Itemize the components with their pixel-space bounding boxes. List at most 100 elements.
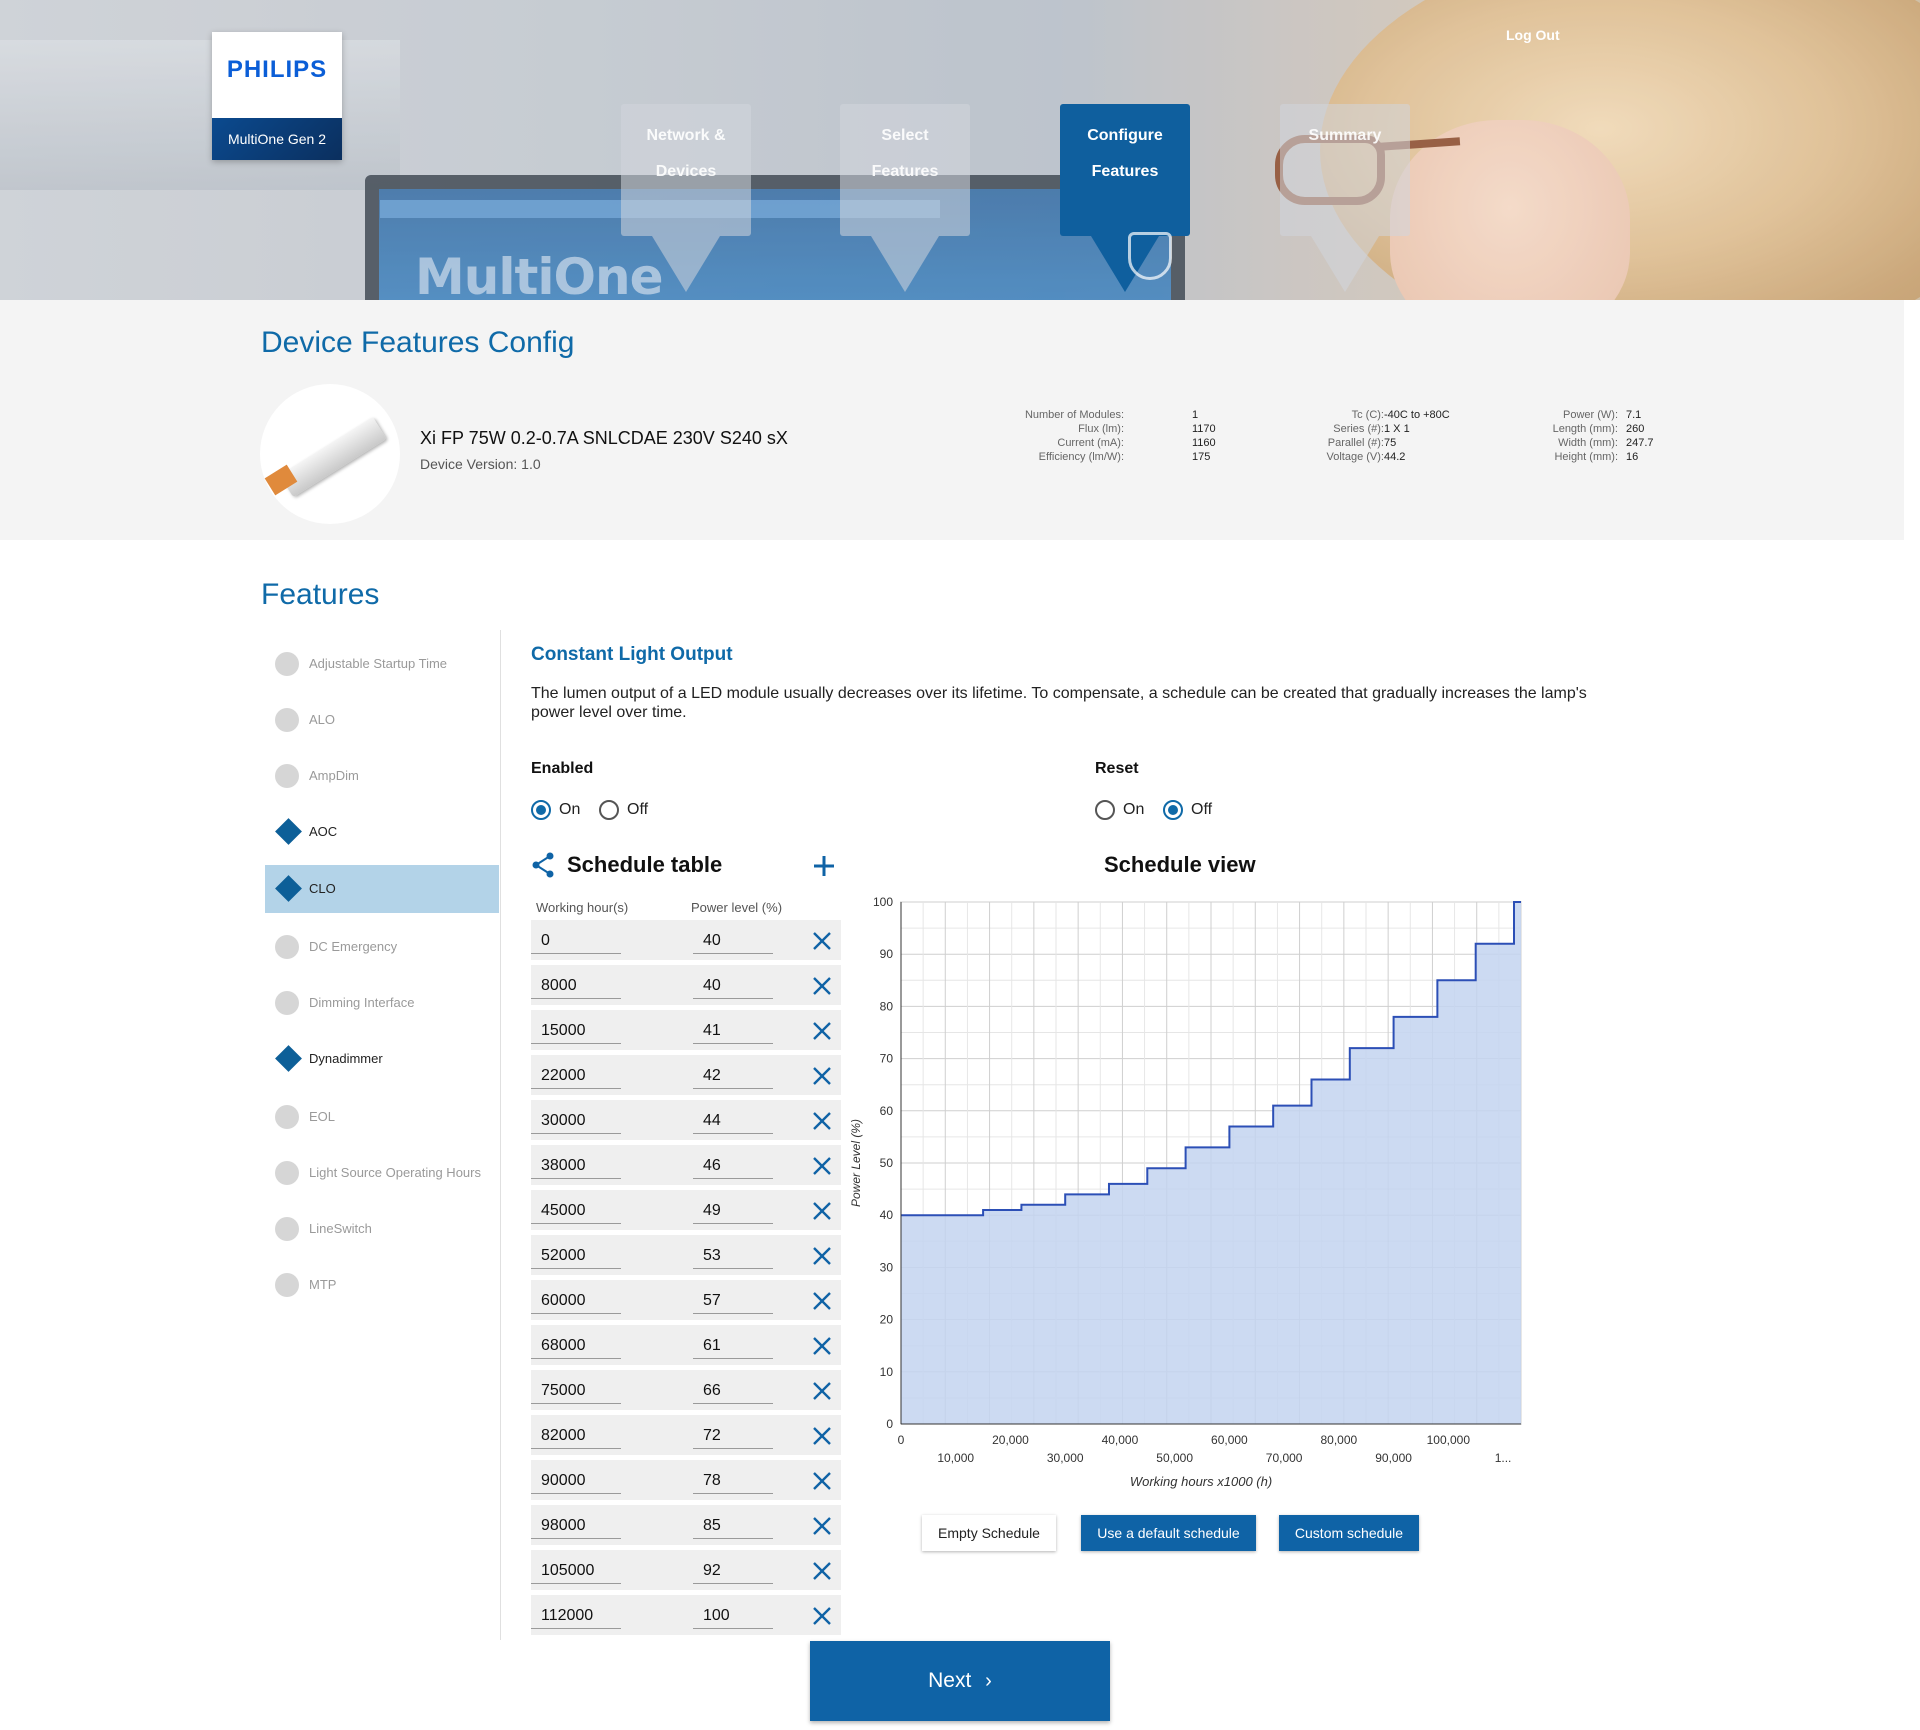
sidebar-item[interactable]: LineSwitch <box>265 1205 499 1253</box>
working-hours-input[interactable]: 98000 <box>531 1513 621 1539</box>
delete-row-x-icon[interactable] <box>811 930 833 952</box>
delete-row-x-icon[interactable] <box>811 1200 833 1222</box>
power-level-input[interactable]: 92 <box>693 1558 773 1584</box>
sidebar-item[interactable]: AmpDim <box>265 752 499 800</box>
power-level-input[interactable]: 42 <box>693 1063 773 1089</box>
enabled-off-radio[interactable] <box>599 800 619 820</box>
logout-link[interactable]: Log Out <box>1506 27 1560 43</box>
step-summary[interactable]: Summary <box>1280 104 1410 236</box>
delete-row-x-icon[interactable] <box>811 1605 833 1627</box>
delete-row-x-icon[interactable] <box>811 1380 833 1402</box>
enabled-on-radio[interactable] <box>531 800 551 820</box>
working-hours-input[interactable]: 8000 <box>531 973 621 999</box>
add-row-plus-icon[interactable] <box>810 852 838 880</box>
reset-on-label: On <box>1123 801 1145 818</box>
power-level-input[interactable]: 61 <box>693 1333 773 1359</box>
spec-label: Tc (C): <box>1351 409 1384 421</box>
working-hours-input[interactable]: 45000 <box>531 1198 621 1224</box>
sidebar-item[interactable]: Light Source Operating Hours <box>265 1149 499 1197</box>
sidebar-item[interactable]: Adjustable Startup Time <box>265 640 499 688</box>
step-select-features[interactable]: Select Features <box>840 104 970 236</box>
delete-row-x-icon[interactable] <box>811 1425 833 1447</box>
x-tick-label: 70,000 <box>1266 1451 1303 1465</box>
power-level-input[interactable]: 41 <box>693 1018 773 1044</box>
power-level-input[interactable]: 40 <box>693 928 773 954</box>
working-hours-input[interactable]: 105000 <box>531 1558 621 1584</box>
working-hours-input[interactable]: 112000 <box>531 1603 621 1629</box>
table-row: 112000 100 <box>531 1595 841 1635</box>
working-hours-input[interactable]: 52000 <box>531 1243 621 1269</box>
table-row: 22000 42 <box>531 1055 841 1095</box>
working-hours-input[interactable]: 22000 <box>531 1063 621 1089</box>
working-hours-input[interactable]: 30000 <box>531 1108 621 1134</box>
power-level-input[interactable]: 53 <box>693 1243 773 1269</box>
x-tick-label: 40,000 <box>1102 1433 1139 1447</box>
x-tick-label: 1... <box>1495 1451 1512 1465</box>
share-icon[interactable] <box>531 852 555 878</box>
sidebar-item-label: AmpDim <box>309 768 359 783</box>
power-level-input[interactable]: 57 <box>693 1288 773 1314</box>
sidebar-item-label: ALO <box>309 712 336 727</box>
power-level-input[interactable]: 85 <box>693 1513 773 1539</box>
sidebar-item[interactable]: DC Emergency <box>265 923 499 971</box>
delete-row-x-icon[interactable] <box>811 1335 833 1357</box>
working-hours-input[interactable]: 38000 <box>531 1153 621 1179</box>
empty-schedule-button[interactable]: Empty Schedule <box>922 1515 1056 1551</box>
power-level-input[interactable]: 72 <box>693 1423 773 1449</box>
step-network-devices[interactable]: Network & Devices <box>621 104 751 236</box>
spec-value: -40C to +80C <box>1384 409 1450 421</box>
x-tick-label: 100,000 <box>1427 1433 1471 1447</box>
sidebar-item-label: EOL <box>309 1109 336 1124</box>
working-hours-input[interactable]: 75000 <box>531 1378 621 1404</box>
device-version: Device Version: 1.0 <box>420 456 541 472</box>
reset-on-radio[interactable] <box>1095 800 1115 820</box>
power-level-input[interactable]: 100 <box>693 1603 773 1629</box>
power-level-input[interactable]: 44 <box>693 1108 773 1134</box>
power-level-input[interactable]: 78 <box>693 1468 773 1494</box>
power-level-input[interactable]: 40 <box>693 973 773 999</box>
delete-row-x-icon[interactable] <box>811 1155 833 1177</box>
working-hours-input[interactable]: 82000 <box>531 1423 621 1449</box>
section-title-device: Device Features Config <box>261 326 575 359</box>
working-hours-input[interactable]: 60000 <box>531 1288 621 1314</box>
custom-schedule-button[interactable]: Custom schedule <box>1279 1515 1419 1551</box>
delete-row-x-icon[interactable] <box>811 1560 833 1582</box>
working-hours-input[interactable]: 15000 <box>531 1018 621 1044</box>
sidebar-item[interactable]: Dimming Interface <box>265 979 499 1027</box>
delete-row-x-icon[interactable] <box>811 1515 833 1537</box>
sidebar-item[interactable]: CLO <box>265 865 499 913</box>
philips-shield-icon <box>1128 232 1172 280</box>
working-hours-input[interactable]: 90000 <box>531 1468 621 1494</box>
delete-row-x-icon[interactable] <box>811 1245 833 1267</box>
delete-row-x-icon[interactable] <box>811 1470 833 1492</box>
table-row: 90000 78 <box>531 1460 841 1500</box>
spec-value: 1 <box>1192 409 1199 421</box>
spec-value: 247.7 <box>1626 437 1654 449</box>
spec-value: 1160 <box>1192 437 1216 449</box>
default-schedule-button[interactable]: Use a default schedule <box>1081 1515 1256 1551</box>
sidebar-item[interactable]: ALO <box>265 696 499 744</box>
y-tick-label: 10 <box>880 1365 894 1379</box>
circle-icon <box>275 1273 299 1297</box>
delete-row-x-icon[interactable] <box>811 1110 833 1132</box>
delete-row-x-icon[interactable] <box>811 1290 833 1312</box>
delete-row-x-icon[interactable] <box>811 1020 833 1042</box>
power-level-input[interactable]: 66 <box>693 1378 773 1404</box>
delete-row-x-icon[interactable] <box>811 1065 833 1087</box>
working-hours-input[interactable]: 0 <box>531 928 621 954</box>
delete-row-x-icon[interactable] <box>811 975 833 997</box>
reset-off-radio[interactable] <box>1163 800 1183 820</box>
y-tick-label: 50 <box>880 1156 894 1170</box>
logo-product: MultiOne Gen 2 <box>212 118 342 160</box>
step-configure-features[interactable]: Configure Features <box>1060 104 1190 236</box>
step-label-line1: Select <box>881 127 929 144</box>
sidebar-item[interactable]: MTP <box>265 1261 499 1309</box>
power-level-input[interactable]: 46 <box>693 1153 773 1179</box>
next-button[interactable]: Next › <box>810 1641 1110 1721</box>
spec-value: 1170 <box>1192 423 1216 435</box>
sidebar-item[interactable]: AOC <box>265 808 499 856</box>
power-level-input[interactable]: 49 <box>693 1198 773 1224</box>
sidebar-item[interactable]: Dynadimmer <box>265 1035 499 1083</box>
working-hours-input[interactable]: 68000 <box>531 1333 621 1359</box>
sidebar-item[interactable]: EOL <box>265 1093 499 1141</box>
